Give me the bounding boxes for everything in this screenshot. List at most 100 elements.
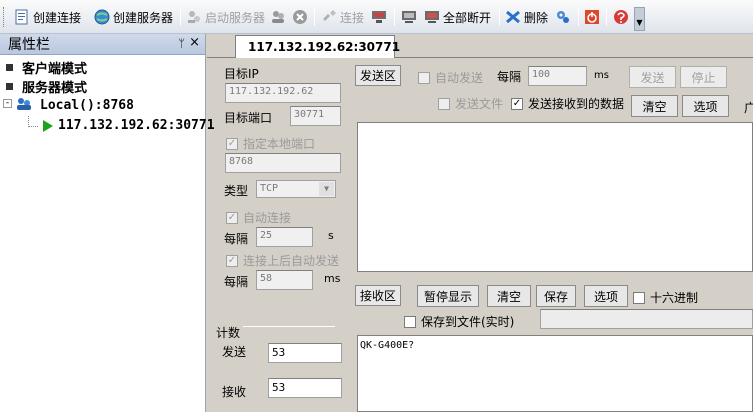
auto-connect-checkbox[interactable]: ✓ 自动连接 bbox=[226, 209, 291, 226]
toolbar-grip[interactable] bbox=[3, 7, 6, 27]
computer-icon bbox=[402, 11, 416, 23]
create-server-button[interactable]: 创建服务器 bbox=[94, 6, 173, 28]
app-window: 创建连接 创建服务器 启动服务器 连接 全部断开 删除 ▼ 属性栏 ᛘ × 客户… bbox=[0, 0, 753, 412]
tab-connection[interactable]: 117.132.192.62:30771 bbox=[235, 35, 400, 58]
send-clear-button[interactable]: 清空 bbox=[631, 95, 678, 117]
hex-label: 十六进制 bbox=[650, 291, 699, 305]
checkbox-box bbox=[438, 97, 450, 110]
auto-send-interval-label: 每隔 bbox=[224, 275, 249, 289]
gears-icon bbox=[557, 11, 569, 23]
toolbar-separator bbox=[180, 8, 181, 26]
close-icon[interactable]: × bbox=[189, 35, 200, 50]
users-button[interactable] bbox=[270, 6, 289, 28]
properties-panel-header: 属性栏 ᛘ × bbox=[0, 34, 205, 55]
send-clear-label: 清空 bbox=[642, 99, 667, 114]
send-button[interactable]: 发送 bbox=[629, 66, 676, 88]
local-port-field[interactable]: 8768 bbox=[225, 153, 341, 173]
delete-button[interactable]: 删除 bbox=[505, 6, 548, 28]
specify-local-port-checkbox[interactable]: ✓ 指定本地端口 bbox=[226, 135, 315, 152]
target-ip-field[interactable]: 117.132.192.62 bbox=[225, 83, 341, 103]
reconnect-interval-label: 每隔 bbox=[224, 232, 249, 246]
play-icon bbox=[43, 120, 53, 132]
connect-icon bbox=[323, 10, 336, 21]
power-icon bbox=[585, 10, 599, 24]
send-interval-label: 每隔 bbox=[497, 70, 522, 84]
send-area-tab[interactable]: 发送区 bbox=[355, 65, 401, 86]
auto-send-interval-field[interactable]: 58 bbox=[256, 270, 313, 290]
recv-clear-label: 清空 bbox=[496, 289, 521, 304]
checkbox-box bbox=[404, 315, 416, 328]
power-button[interactable] bbox=[584, 6, 603, 28]
tree-line bbox=[28, 126, 38, 127]
delete-x-icon bbox=[506, 10, 520, 24]
recv-area-tab[interactable]: 接收区 bbox=[355, 285, 401, 306]
send-received-label: 发送接收到的数据 bbox=[528, 97, 625, 111]
create-server-label: 创建服务器 bbox=[113, 10, 174, 25]
send-text-area[interactable] bbox=[357, 122, 753, 272]
type-label: 类型 bbox=[224, 184, 249, 198]
send-interval-unit: ms bbox=[594, 70, 609, 81]
toolbar-separator bbox=[394, 8, 395, 26]
properties-panel: 属性栏 ᛘ × 客户端模式 服务器模式 - Local():8768 117.1… bbox=[0, 34, 215, 412]
save-file-path-field[interactable] bbox=[540, 309, 753, 329]
recv-content: QK-G400E? bbox=[360, 340, 415, 351]
pause-display-button[interactable]: 暂停显示 bbox=[417, 285, 479, 307]
auto-send-after-connect-label: 连接上后自动发送 bbox=[243, 254, 340, 268]
pin-icon[interactable]: ᛘ bbox=[178, 37, 185, 50]
disconnect-icon-button[interactable] bbox=[401, 6, 420, 28]
start-server-button[interactable]: 启动服务器 bbox=[186, 6, 265, 28]
auto-send-after-connect-checkbox[interactable]: ✓ 连接上后自动发送 bbox=[226, 252, 339, 269]
new-connection-icon bbox=[15, 9, 28, 25]
send-options-button[interactable]: 选项 bbox=[682, 95, 729, 117]
auto-send-checkbox[interactable]: 自动发送 bbox=[418, 69, 483, 86]
recv-save-button[interactable]: 保存 bbox=[536, 285, 576, 307]
stop-button[interactable]: 停止 bbox=[680, 66, 727, 88]
hex-checkbox[interactable]: 十六进制 bbox=[633, 289, 698, 306]
save-to-file-checkbox[interactable]: 保存到文件(实时) bbox=[404, 313, 514, 330]
recv-options-button[interactable]: 选项 bbox=[584, 285, 628, 307]
count-divider bbox=[243, 326, 335, 327]
type-select[interactable]: TCP ▼ bbox=[256, 180, 336, 198]
auto-connect-label: 自动连接 bbox=[243, 211, 292, 225]
reconnect-interval-field[interactable]: 25 bbox=[256, 227, 313, 247]
tree-item-client-mode[interactable]: 客户端模式 bbox=[22, 58, 87, 77]
send-options-label: 选项 bbox=[693, 99, 718, 114]
disconnect-all-button[interactable]: 全部断开 bbox=[424, 6, 491, 28]
checkbox-box: ✓ bbox=[226, 137, 238, 150]
tree-item-server-mode[interactable]: 服务器模式 bbox=[22, 77, 87, 96]
settings-button[interactable] bbox=[555, 6, 574, 28]
tree-item-connection[interactable]: 117.132.192.62:30771 bbox=[58, 118, 215, 133]
checkbox-box bbox=[633, 291, 645, 304]
tree-node-bullet bbox=[6, 64, 13, 71]
tab-connection-label: 117.132.192.62:30771 bbox=[248, 40, 401, 54]
server-node-icon bbox=[17, 98, 31, 110]
recv-text-area[interactable]: QK-G400E? bbox=[357, 335, 753, 412]
tree-collapse-toggle[interactable]: - bbox=[3, 99, 12, 108]
stop-circle-button[interactable] bbox=[292, 6, 311, 28]
recv-clear-button[interactable]: 清空 bbox=[487, 285, 531, 307]
send-received-checkbox[interactable]: ✓ 发送接收到的数据 bbox=[511, 95, 624, 112]
send-area-label: 发送区 bbox=[359, 69, 396, 83]
network-button[interactable] bbox=[371, 6, 390, 28]
send-button-label: 发送 bbox=[640, 70, 665, 85]
send-file-checkbox[interactable]: 发送文件 bbox=[438, 95, 503, 112]
connect-button[interactable]: 连接 bbox=[321, 6, 364, 28]
send-count-label: 发送 bbox=[222, 345, 247, 359]
checkbox-box: ✓ bbox=[511, 97, 523, 110]
create-connection-button[interactable]: 创建连接 bbox=[14, 6, 81, 28]
checkbox-box: ✓ bbox=[226, 211, 238, 224]
toolbar-overflow-chevron-icon[interactable]: ▼ bbox=[634, 7, 645, 31]
help-button[interactable] bbox=[613, 6, 632, 28]
network-icon bbox=[372, 11, 386, 23]
tab-strip: 117.132.192.62:30771 bbox=[207, 34, 753, 58]
toolbar-separator bbox=[314, 8, 315, 26]
specify-local-port-label: 指定本地端口 bbox=[243, 137, 316, 151]
send-interval-field[interactable]: 100 bbox=[528, 66, 587, 86]
toolbar-separator bbox=[578, 8, 579, 26]
toolbar-separator bbox=[606, 8, 607, 26]
help-icon bbox=[614, 10, 628, 24]
recv-save-label: 保存 bbox=[543, 289, 568, 304]
tree-item-local-server[interactable]: Local():8768 bbox=[40, 98, 134, 113]
recv-options-label: 选项 bbox=[593, 289, 618, 304]
target-port-field[interactable]: 30771 bbox=[290, 106, 341, 126]
